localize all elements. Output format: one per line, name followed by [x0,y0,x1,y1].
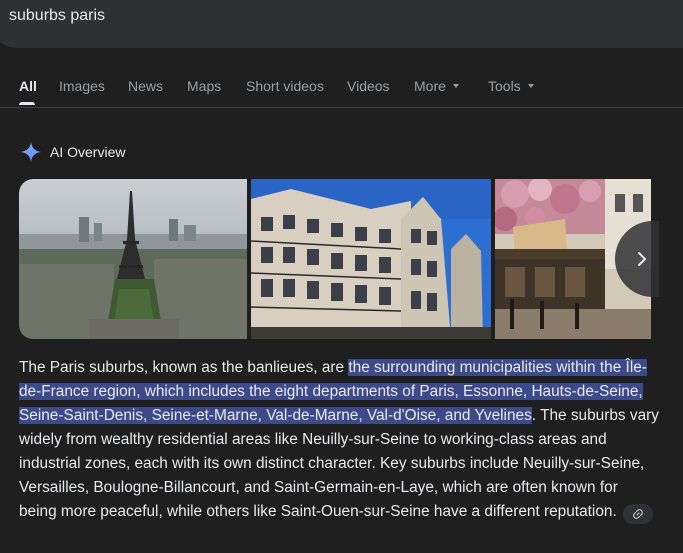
ai-overview-title: AI Overview [50,144,126,160]
search-tabs: All Images News Maps Short videos Videos… [0,70,683,108]
chevron-down-icon [527,84,534,88]
tab-more[interactable]: More [414,78,459,94]
link-icon [632,509,643,519]
image-carousel [19,179,651,339]
tab-videos[interactable]: Videos [347,78,390,94]
ai-overview-text: The Paris suburbs, known as the banlieue… [19,356,659,524]
chevron-right-icon [638,252,646,266]
chevron-down-icon [452,84,459,88]
search-bar[interactable]: suburbs paris [0,0,683,48]
tab-short-videos[interactable]: Short videos [246,78,324,94]
tab-more-label: More [414,78,446,94]
tab-images[interactable]: Images [59,78,105,94]
tab-maps[interactable]: Maps [187,78,221,94]
sparkle-icon [20,141,42,163]
tab-tools[interactable]: Tools [488,78,534,94]
active-tab-indicator [19,102,35,105]
eiffel-tower-image[interactable] [19,179,247,339]
tab-news[interactable]: News [128,78,163,94]
source-link-button[interactable] [622,504,653,524]
ai-overview-header: AI Overview [20,140,125,164]
overview-text-intro: The Paris suburbs, known as the banlieue… [19,359,349,376]
tab-tools-label: Tools [488,78,521,94]
search-input[interactable]: suburbs paris [9,7,105,25]
tab-all[interactable]: All [19,78,37,94]
haussmann-building-image[interactable] [251,179,491,339]
